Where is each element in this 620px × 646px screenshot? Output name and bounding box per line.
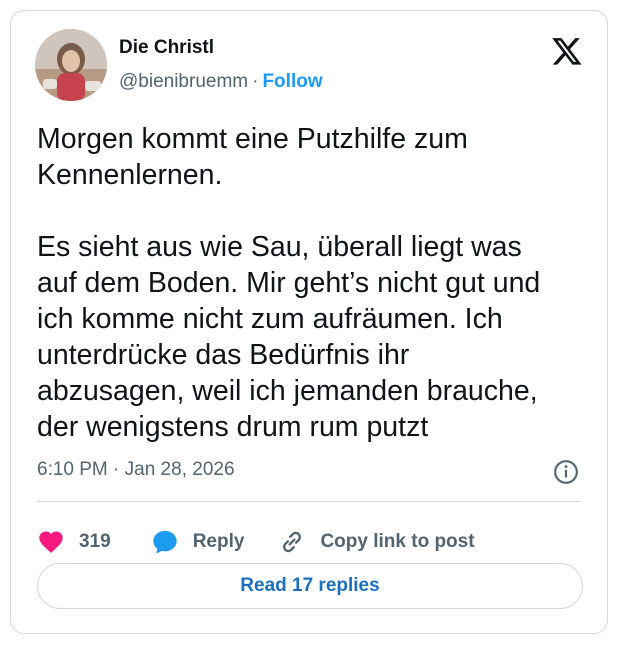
avatar[interactable]	[35, 29, 107, 101]
author-handle-row: @bienibruemm · Follow	[119, 71, 323, 93]
copy-link-button[interactable]: Copy link to post	[278, 528, 475, 556]
tweet-text: Morgen kommt eine Putzhilfe zum Kennenle…	[37, 123, 541, 443]
copy-link-label: Copy link to post	[320, 531, 475, 552]
author-handle[interactable]: @bienibruemm	[119, 71, 248, 92]
reply-button[interactable]: Reply	[151, 528, 245, 556]
read-replies-button[interactable]: Read 17 replies	[37, 563, 583, 609]
separator-dot: ·	[252, 71, 259, 92]
tweet-timestamp[interactable]: 6:10 PM · Jan 28, 2026	[37, 459, 235, 481]
tweet-card: Die Christl @bienibruemm · Follow Morgen k…	[10, 10, 608, 634]
follow-button[interactable]: Follow	[262, 71, 322, 92]
info-icon[interactable]	[553, 459, 579, 485]
like-count: 319	[79, 531, 111, 552]
link-icon	[283, 531, 302, 553]
author-name[interactable]: Die Christl	[119, 37, 214, 59]
divider	[37, 501, 581, 502]
like-button[interactable]: 319	[37, 528, 111, 556]
speech-bubble-icon	[153, 530, 177, 554]
action-bar: 319 Reply Copy link to post	[37, 527, 475, 557]
reply-label: Reply	[192, 531, 245, 552]
heart-icon	[39, 531, 63, 553]
x-logo-icon[interactable]	[551, 35, 583, 67]
